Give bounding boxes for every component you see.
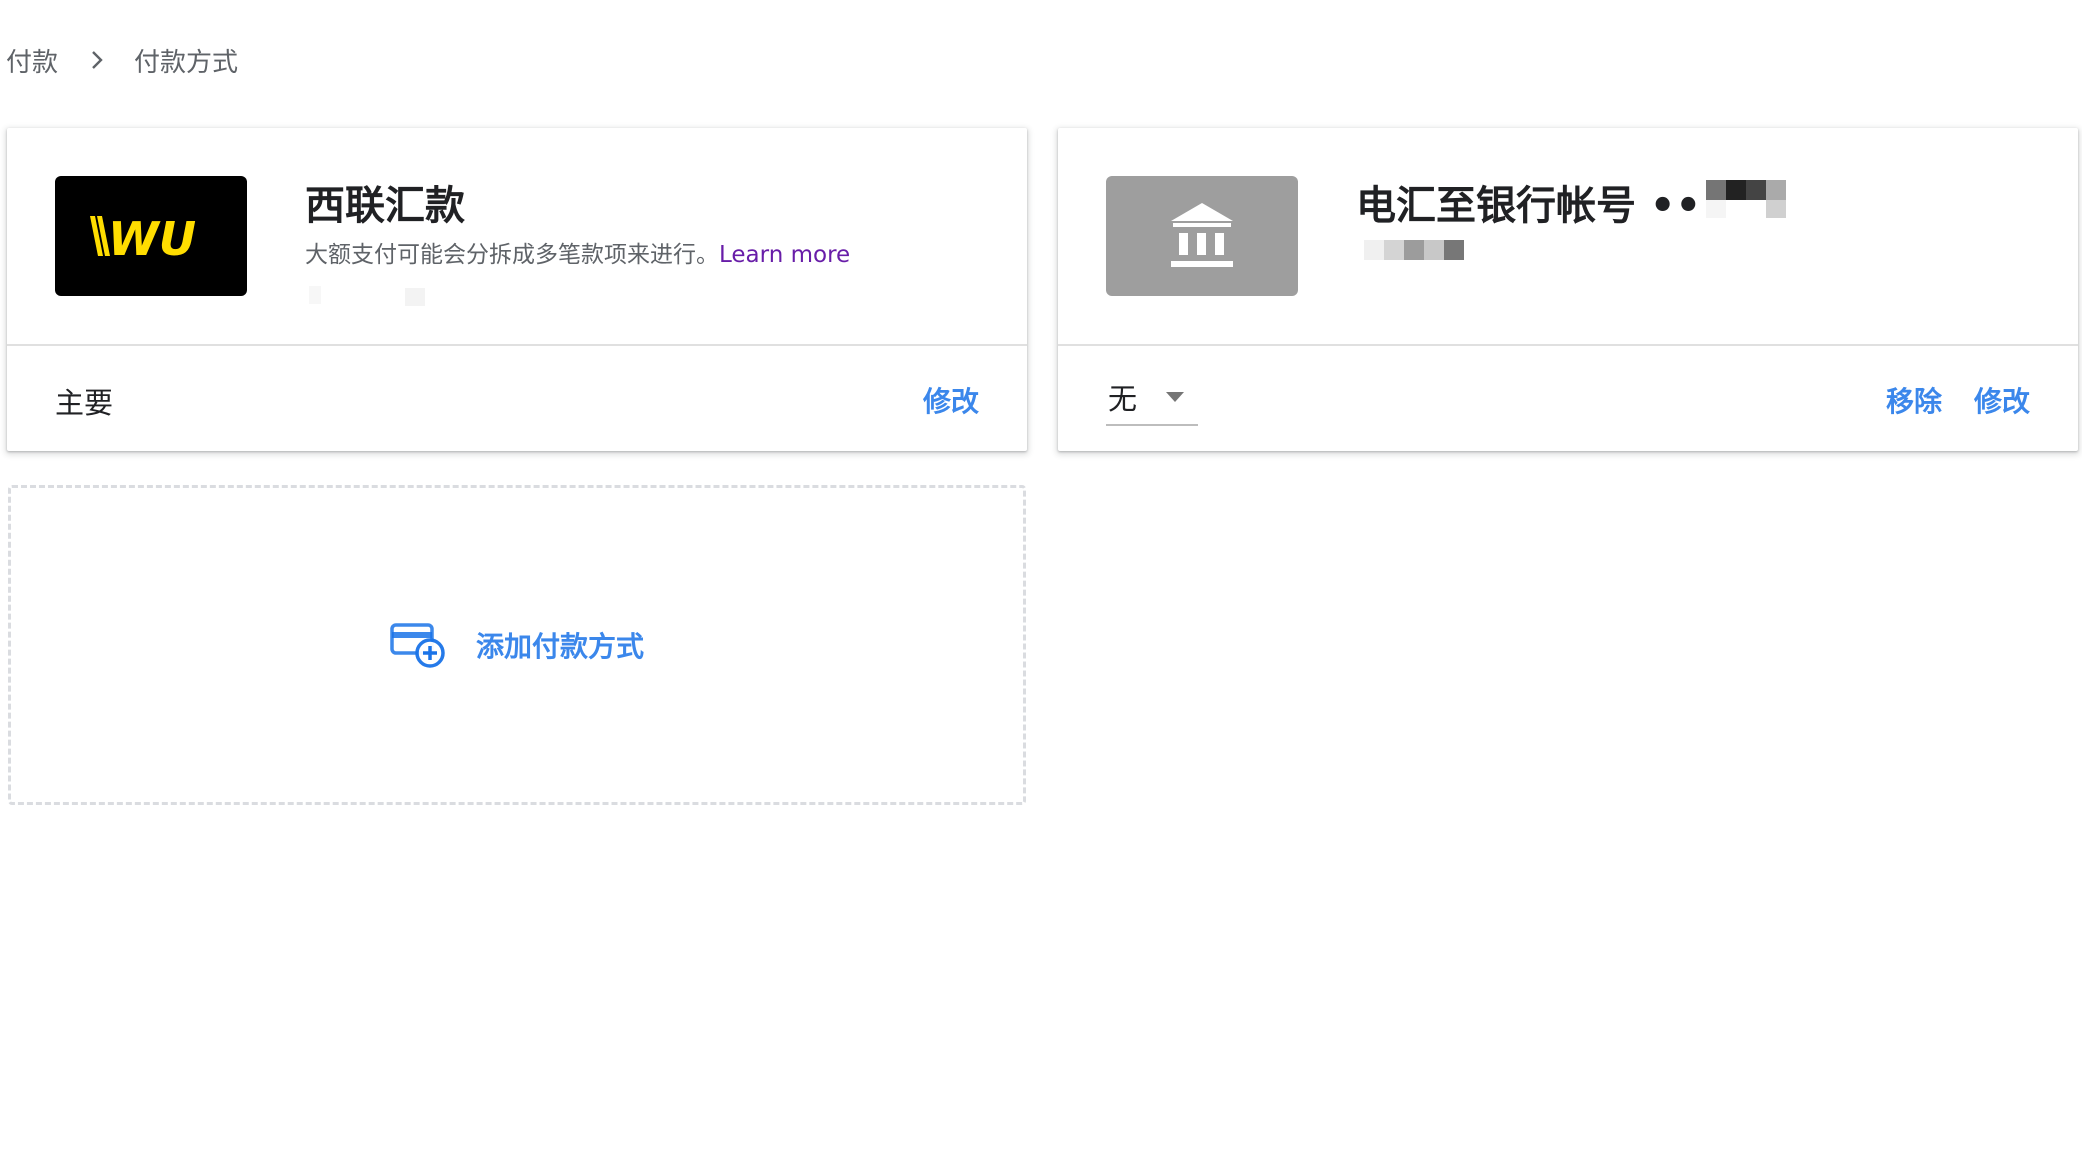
wu-logo-text: WU <box>108 212 196 266</box>
western-union-description-text: 大额支付可能会分拆成多笔款项来进行。 <box>305 242 719 268</box>
chevron-right-icon <box>90 50 104 70</box>
redacted-pixel <box>1726 180 1746 200</box>
priority-select[interactable]: 无 <box>1106 370 1198 426</box>
primary-status-label: 主要 <box>55 386 114 420</box>
bank-icon <box>1171 203 1233 267</box>
western-union-logo: WU <box>55 176 247 296</box>
bank-logo <box>1106 176 1298 296</box>
breadcrumb: 付款 付款方式 <box>6 40 238 80</box>
western-union-card-footer: 主要 修改 <box>7 346 1027 451</box>
western-union-card-header: WU 西联汇款 大额支付可能会分拆成多笔款项来进行。Learn more <box>7 128 1027 346</box>
redacted-pixel <box>1424 240 1444 260</box>
bank-transfer-card-footer: 无 移除 修改 <box>1058 346 2078 451</box>
add-payment-method-label: 添加付款方式 <box>475 630 644 663</box>
caret-down-icon <box>1166 392 1184 402</box>
edit-western-union-button[interactable]: 修改 <box>923 380 979 420</box>
redacted-pixel <box>1766 200 1786 218</box>
western-union-description: 大额支付可能会分拆成多笔款项来进行。Learn more <box>305 235 850 269</box>
bank-transfer-title: 电汇至银行帐号 ••• <box>1356 183 1727 229</box>
breadcrumb-current: 付款方式 <box>134 47 239 78</box>
redacted-pixel <box>405 288 425 306</box>
redacted-pixel <box>1444 240 1464 260</box>
western-union-card: WU 西联汇款 大额支付可能会分拆成多笔款项来进行。Learn more 主要 … <box>7 128 1027 451</box>
priority-select-value: 无 <box>1108 382 1138 416</box>
western-union-title: 西联汇款 <box>305 183 465 229</box>
edit-bank-transfer-button[interactable]: 修改 <box>1974 380 2030 420</box>
breadcrumb-root[interactable]: 付款 <box>6 42 58 79</box>
learn-more-link[interactable]: Learn more <box>719 242 850 268</box>
bank-transfer-card: 电汇至银行帐号 ••• 无 移除 修改 <box>1058 128 2078 451</box>
redacted-pixel <box>309 286 321 304</box>
redacted-pixel <box>1384 240 1404 260</box>
remove-bank-transfer-button[interactable]: 移除 <box>1886 380 1942 420</box>
wu-logo-icon: WU <box>90 212 196 266</box>
add-payment-method-content: 添加付款方式 <box>390 621 644 669</box>
redacted-pixel <box>1364 240 1384 260</box>
redacted-pixel <box>1404 240 1424 260</box>
redacted-pixel <box>1706 180 1726 200</box>
add-payment-method-button[interactable]: 添加付款方式 <box>8 485 1026 805</box>
redacted-pixel <box>1706 200 1726 218</box>
redacted-pixel <box>1766 180 1786 200</box>
bank-transfer-card-header: 电汇至银行帐号 ••• <box>1058 128 2078 346</box>
add-card-icon <box>390 623 445 668</box>
redacted-pixel <box>1746 180 1766 200</box>
